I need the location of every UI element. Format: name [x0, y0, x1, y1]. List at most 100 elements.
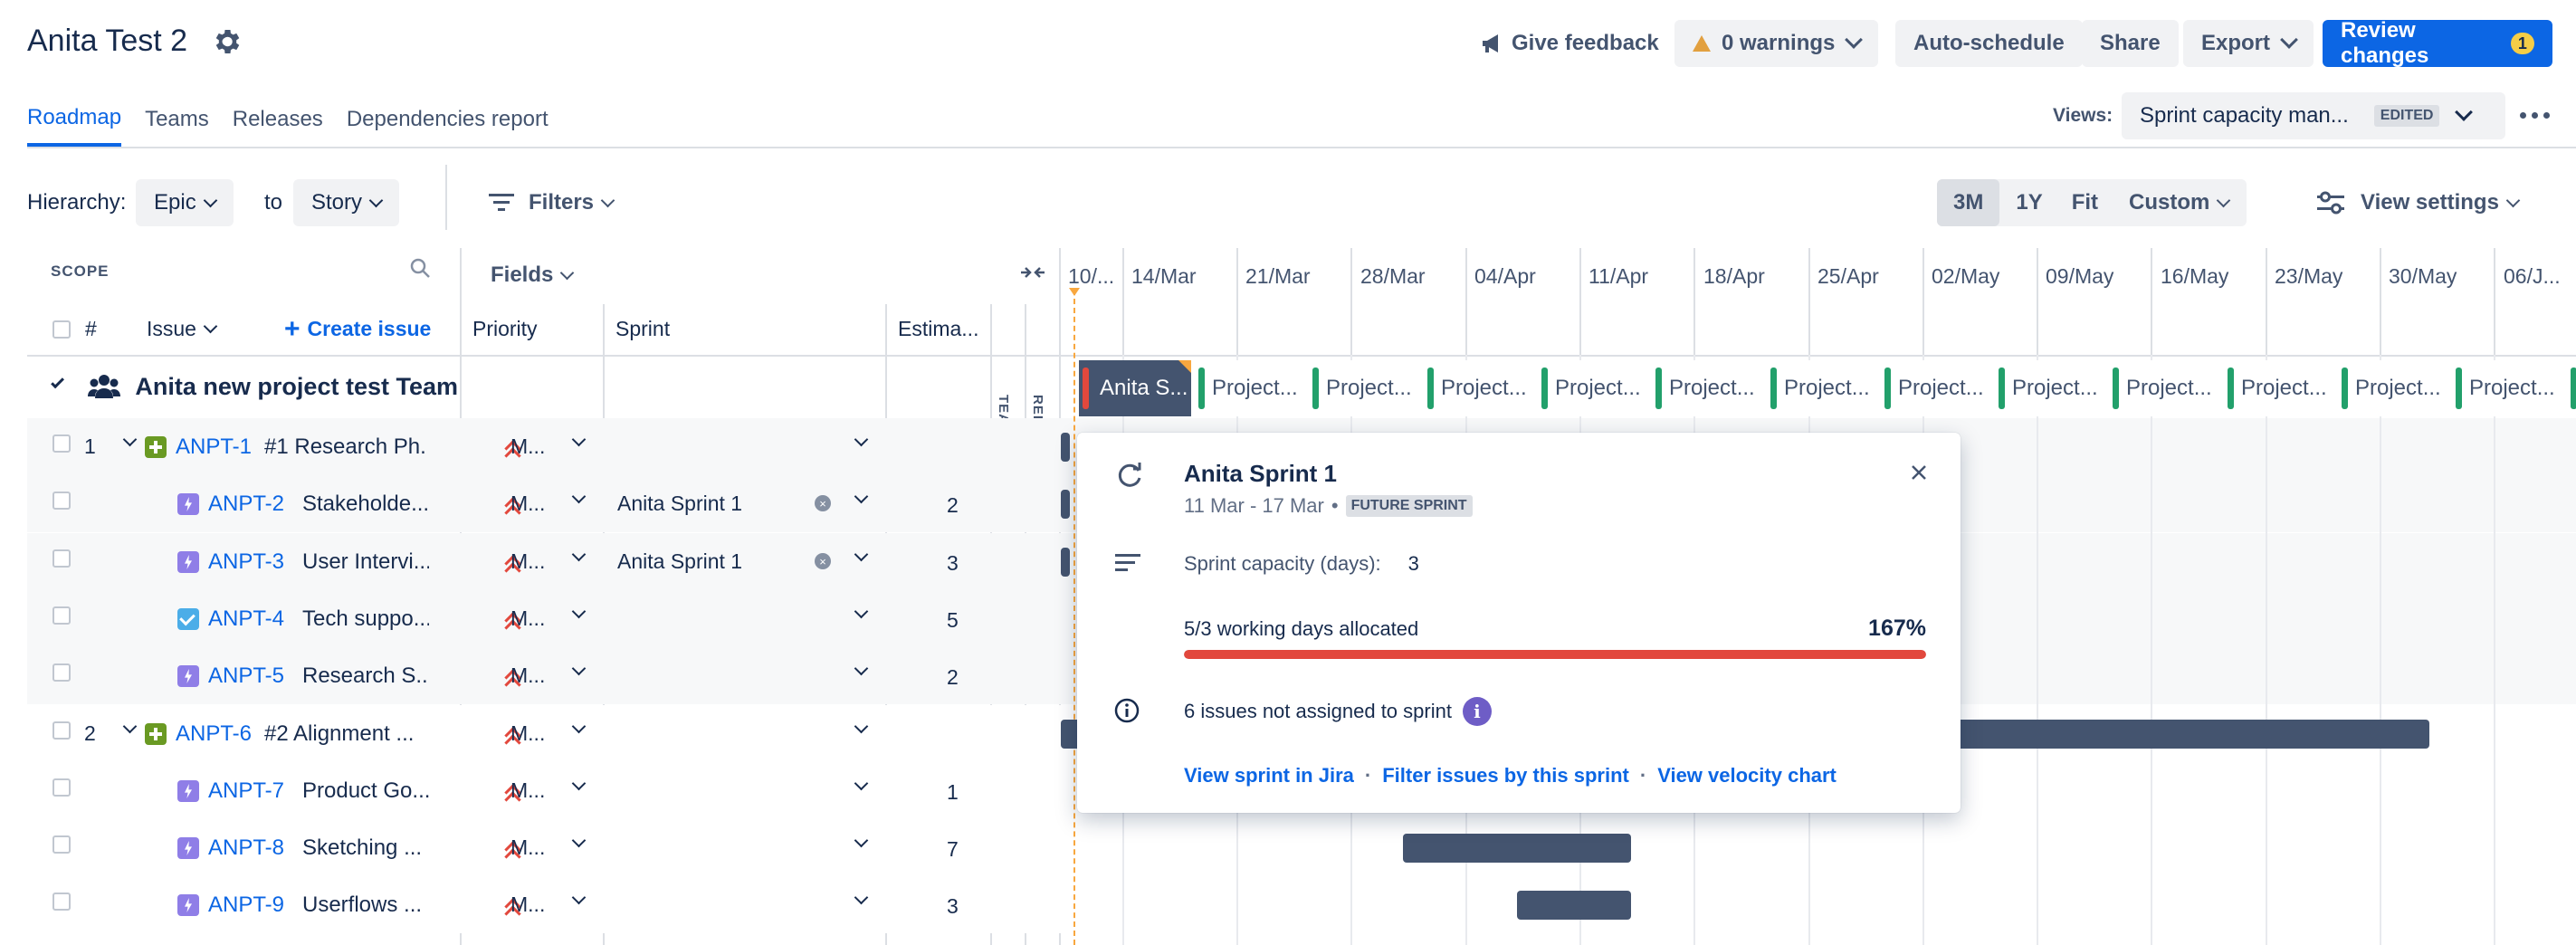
issue-key-link[interactable]: ANPT-1	[176, 434, 252, 460]
chevron-down-icon[interactable]	[854, 890, 869, 905]
column-header-issue[interactable]: Issue	[147, 317, 218, 341]
sprint-header[interactable]: Project...	[1881, 360, 1991, 416]
zoom-custom-button[interactable]: Custom	[2111, 179, 2247, 226]
select-all-checkbox[interactable]	[52, 320, 71, 339]
sprint-header[interactable]: Project...	[1195, 360, 1305, 416]
sprint-header-selected[interactable]: Anita S...	[1079, 360, 1191, 416]
chevron-down-icon[interactable]	[571, 719, 587, 734]
sprint-header[interactable]: Project...	[1767, 360, 1877, 416]
chevron-down-icon[interactable]	[122, 719, 138, 734]
estimate-value[interactable]: 1	[947, 780, 959, 805]
chevron-down-icon[interactable]	[854, 833, 869, 848]
create-issue-button[interactable]: + Create issue	[284, 315, 431, 342]
issue-key-link[interactable]: ANPT-2	[208, 492, 284, 517]
priority-value[interactable]: M...	[510, 434, 545, 459]
table-row[interactable]: 2 ANPT-6 #2 Alignment ... M...	[0, 705, 996, 762]
row-checkbox[interactable]	[52, 892, 71, 911]
sprint-value[interactable]: Anita Sprint 1	[617, 492, 742, 516]
priority-value[interactable]: M...	[510, 492, 545, 516]
more-options-icon[interactable]	[2520, 101, 2550, 129]
row-checkbox[interactable]	[52, 606, 71, 625]
sprint-header[interactable]: Project...	[1309, 360, 1419, 416]
sprint-header[interactable]: Project...	[2567, 360, 2576, 416]
team-group-row[interactable]: Anita new project test Team	[27, 358, 458, 415]
estimate-value[interactable]: 5	[947, 608, 959, 633]
search-icon[interactable]	[409, 257, 433, 281]
priority-value[interactable]: M...	[510, 549, 545, 574]
gantt-bar[interactable]	[1517, 891, 1631, 920]
zoom-1y-button[interactable]: 1Y	[1999, 179, 2058, 226]
priority-value[interactable]: M...	[510, 663, 545, 688]
clear-sprint-icon[interactable]: ×	[815, 553, 831, 569]
row-checkbox[interactable]	[52, 663, 71, 682]
chevron-down-icon[interactable]	[571, 776, 587, 791]
table-row[interactable]: ANPT-8 Sketching ... M... 7	[0, 819, 996, 876]
estimate-value[interactable]: 3	[947, 894, 959, 919]
row-checkbox[interactable]	[52, 549, 71, 568]
sprint-header[interactable]: Project...	[1652, 360, 1762, 416]
auto-schedule-button[interactable]: Auto-schedule	[1895, 20, 2083, 67]
issue-key-link[interactable]: ANPT-9	[208, 892, 284, 918]
sprint-header[interactable]: Project...	[2224, 360, 2334, 416]
priority-value[interactable]: M...	[510, 778, 545, 803]
views-select[interactable]: Sprint capacity man... EDITED	[2122, 92, 2505, 139]
estimate-value[interactable]: 2	[947, 665, 959, 690]
chevron-down-icon[interactable]	[854, 489, 869, 504]
row-checkbox[interactable]	[52, 778, 71, 797]
estimate-value[interactable]: 2	[947, 493, 959, 518]
chevron-down-icon[interactable]	[854, 604, 869, 619]
table-row[interactable]: ANPT-4 Tech suppo... M... 5	[0, 590, 996, 647]
review-changes-button[interactable]: Review changes 1	[2323, 18, 2552, 68]
warnings-button[interactable]: 0 warnings	[1674, 20, 1879, 67]
unassigned-info-icon[interactable]: i	[1462, 697, 1492, 726]
chevron-down-icon[interactable]	[854, 661, 869, 676]
row-checkbox[interactable]	[52, 721, 71, 740]
chevron-down-icon[interactable]	[571, 489, 587, 504]
priority-value[interactable]: M...	[510, 892, 545, 917]
close-icon[interactable]	[1910, 463, 1928, 482]
chevron-down-icon[interactable]	[571, 661, 587, 676]
table-row[interactable]: ANPT-2 Stakeholde... M... Anita Sprint 1…	[0, 475, 996, 532]
view-velocity-chart-link[interactable]: View velocity chart	[1657, 764, 1837, 788]
priority-value[interactable]: M...	[510, 835, 545, 860]
chevron-down-icon[interactable]	[571, 432, 587, 447]
tab-dependencies-report[interactable]: Dependencies report	[347, 92, 549, 147]
share-button[interactable]: Share	[2082, 20, 2179, 67]
issue-key-link[interactable]: ANPT-5	[208, 663, 284, 689]
row-checkbox[interactable]	[52, 434, 71, 453]
give-feedback-button[interactable]: Give feedback	[1481, 20, 1659, 67]
zoom-3m-button[interactable]: 3M	[1937, 179, 2000, 226]
view-sprint-in-jira-link[interactable]: View sprint in Jira	[1184, 764, 1354, 788]
row-checkbox[interactable]	[52, 492, 71, 510]
hierarchy-from-select[interactable]: Epic	[136, 179, 234, 226]
issue-key-link[interactable]: ANPT-8	[208, 835, 284, 861]
sprint-header[interactable]: Project...	[2338, 360, 2448, 416]
tab-roadmap[interactable]: Roadmap	[27, 92, 122, 147]
chevron-down-icon[interactable]	[854, 719, 869, 734]
table-row[interactable]: ANPT-9 Userflows ... M... 3	[0, 876, 996, 933]
estimate-value[interactable]: 3	[947, 551, 959, 576]
gantt-bar[interactable]	[1061, 548, 1070, 577]
sprint-header[interactable]: Project...	[1995, 360, 2105, 416]
filters-button[interactable]: Filters	[489, 179, 615, 226]
issue-key-link[interactable]: ANPT-3	[208, 549, 284, 575]
table-row[interactable]: ANPT-5 Research S... M... 2	[0, 647, 996, 704]
chevron-down-icon[interactable]	[122, 432, 138, 447]
chevron-down-icon[interactable]	[571, 604, 587, 619]
table-row[interactable]: ANPT-7 Product Go... M... 1	[0, 762, 996, 819]
clear-sprint-icon[interactable]: ×	[815, 495, 831, 511]
chevron-down-icon[interactable]	[571, 890, 587, 905]
table-row[interactable]: 1 ANPT-1 #1 Research Ph... M...	[0, 418, 996, 475]
filter-issues-by-sprint-link[interactable]: Filter issues by this sprint	[1382, 764, 1629, 788]
sprint-header[interactable]: Project...	[1424, 360, 1534, 416]
issue-key-link[interactable]: ANPT-7	[208, 778, 284, 804]
chevron-down-icon[interactable]	[854, 776, 869, 791]
hierarchy-to-select[interactable]: Story	[293, 179, 400, 226]
table-row[interactable]: ANPT-3 User Intervi... M... Anita Sprint…	[0, 533, 996, 590]
tab-releases[interactable]: Releases	[233, 92, 323, 147]
estimate-value[interactable]: 7	[947, 837, 959, 862]
row-checkbox[interactable]	[52, 835, 71, 854]
chevron-down-icon[interactable]	[854, 547, 869, 562]
sprint-value[interactable]: Anita Sprint 1	[617, 549, 742, 574]
gantt-bar[interactable]	[1061, 433, 1070, 462]
